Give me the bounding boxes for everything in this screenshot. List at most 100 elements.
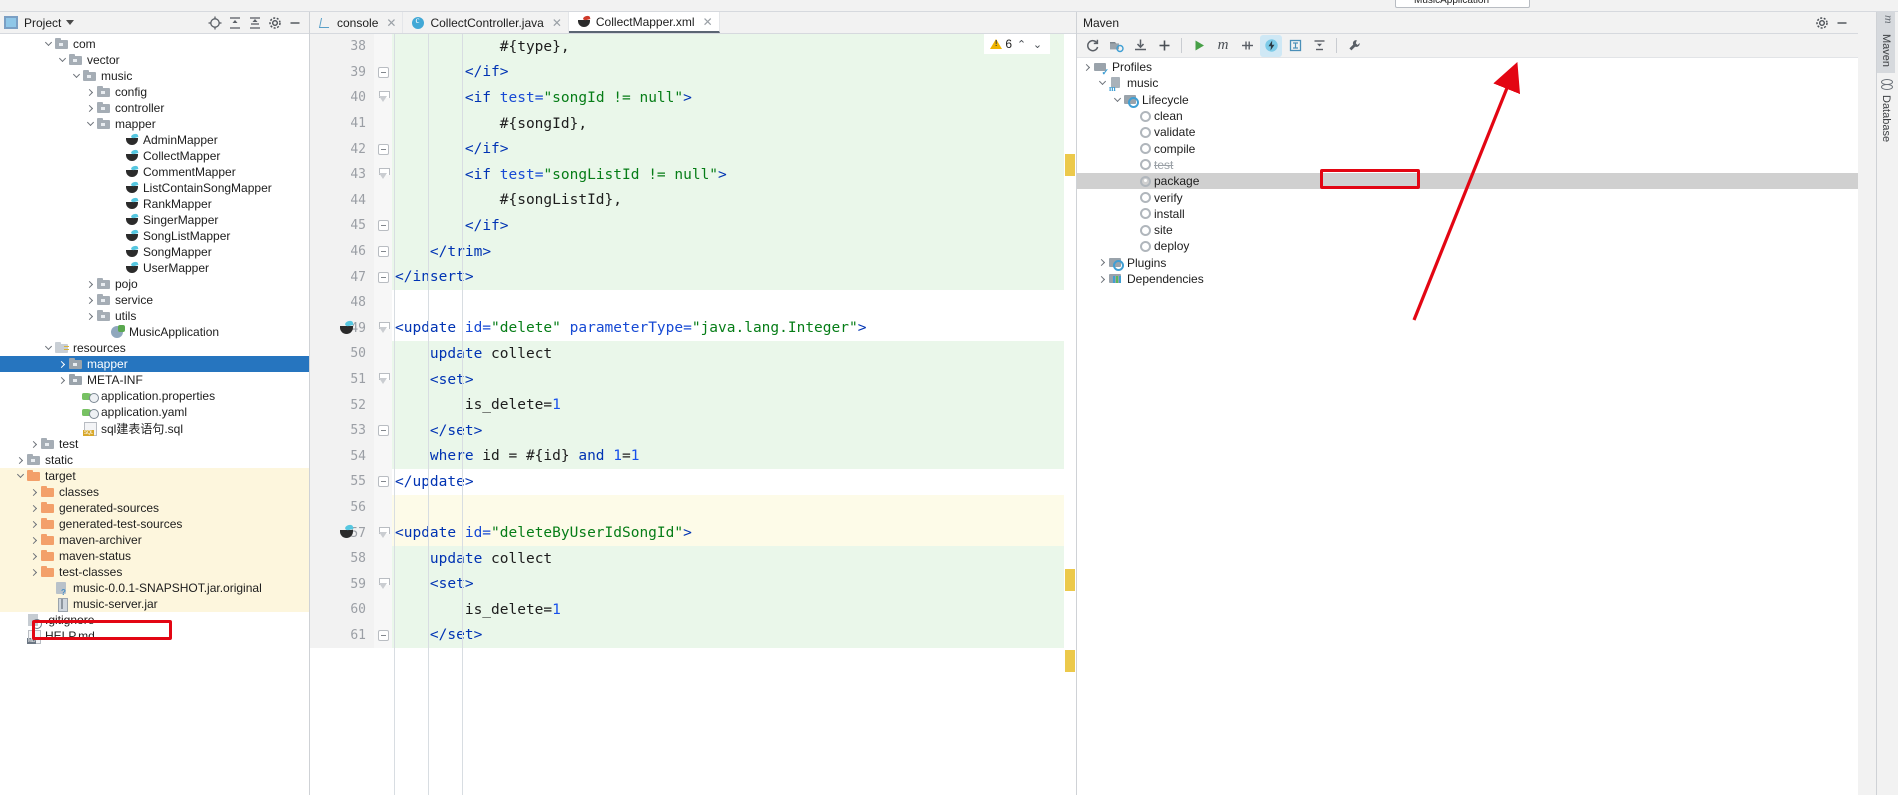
code-folding-gutter[interactable] xyxy=(374,417,392,444)
line-number-gutter[interactable]: 46 xyxy=(310,238,374,265)
fold-region-end-icon[interactable] xyxy=(378,526,390,540)
code-line-text[interactable]: </trim > xyxy=(392,238,1076,265)
code-line-text[interactable]: < update id= "deleteByUserIdSongId" > xyxy=(392,520,1076,546)
code-folding-gutter[interactable] xyxy=(374,494,392,521)
line-number-gutter[interactable]: 55 xyxy=(310,469,374,495)
close-icon[interactable]: ✕ xyxy=(552,16,562,30)
close-icon[interactable]: ✕ xyxy=(386,16,396,30)
chevron-right-icon[interactable] xyxy=(14,452,26,468)
project-tree-item-static[interactable]: static xyxy=(0,452,309,468)
editor-tabs-bar[interactable]: console✕CollectController.java✕CollectMa… xyxy=(310,12,1076,34)
fold-collapse-icon[interactable] xyxy=(377,246,389,258)
project-tree-item-mapper[interactable]: mapper xyxy=(0,116,309,132)
code-line-text[interactable] xyxy=(392,494,1076,521)
code-folding-gutter[interactable] xyxy=(374,469,392,495)
code-line-text[interactable]: #{songId}, xyxy=(392,110,1076,137)
project-tree-item-help-md[interactable]: HELP.md xyxy=(0,628,309,644)
chevron-down-icon[interactable] xyxy=(56,52,68,68)
line-number-gutter[interactable]: 58 xyxy=(310,545,374,572)
project-tree-item-pojo[interactable]: pojo xyxy=(0,276,309,292)
maven-tree-item-test[interactable]: test xyxy=(1077,157,1858,173)
fold-collapse-icon[interactable] xyxy=(377,143,389,155)
code-line-text[interactable]: #{songListId}, xyxy=(392,187,1076,214)
add-icon[interactable] xyxy=(1153,35,1175,57)
maven-tree-item-plugins[interactable]: Plugins xyxy=(1077,255,1858,271)
editor-marker-bar[interactable] xyxy=(1064,34,1076,795)
line-number-gutter[interactable]: 39 xyxy=(310,59,374,86)
line-number-gutter[interactable]: 54 xyxy=(310,443,374,470)
project-tree-item-commentmapper[interactable]: CommentMapper xyxy=(0,164,309,180)
code-line-text[interactable]: < if test= "songListId != null" > xyxy=(392,161,1076,188)
line-number-gutter[interactable]: 50 xyxy=(310,341,374,367)
fold-region-end-icon[interactable] xyxy=(378,577,390,591)
editor-tab-console[interactable]: console ✕ xyxy=(310,12,404,33)
code-folding-gutter[interactable] xyxy=(374,264,392,290)
line-number-gutter[interactable]: 38 xyxy=(310,34,374,60)
chevron-right-icon[interactable] xyxy=(28,532,40,548)
code-folding-gutter[interactable] xyxy=(374,161,392,188)
line-number-gutter[interactable]: 47 xyxy=(310,264,374,290)
maven-tree-item-package[interactable]: package xyxy=(1077,173,1858,190)
chevron-right-icon[interactable] xyxy=(28,436,40,452)
chevron-down-icon[interactable] xyxy=(1111,92,1123,108)
code-folding-gutter[interactable] xyxy=(374,392,392,418)
line-number-gutter[interactable]: 43 xyxy=(310,161,374,188)
code-lines[interactable]: 38 #{type}, 39 </if >40 < if test= "songId !… xyxy=(310,34,1076,795)
collapse-all-icon[interactable] xyxy=(245,13,265,33)
project-tree-item-com[interactable]: com xyxy=(0,36,309,52)
toggle-offline-mode-icon[interactable] xyxy=(1260,34,1282,57)
code-line[interactable]: 58 update collect xyxy=(310,545,1076,572)
code-folding-gutter[interactable] xyxy=(374,366,392,393)
chevron-right-icon[interactable] xyxy=(56,356,68,372)
line-number-gutter[interactable]: 42 xyxy=(310,136,374,162)
code-line[interactable]: 50 update collect xyxy=(310,341,1076,367)
code-line-text[interactable]: </if > xyxy=(392,136,1076,162)
code-line-text[interactable] xyxy=(392,290,1076,316)
toggle-skip-tests-icon[interactable] xyxy=(1236,35,1258,57)
chevron-right-icon[interactable] xyxy=(84,84,96,100)
code-line[interactable]: 42 </if > xyxy=(310,136,1076,162)
code-folding-gutter[interactable] xyxy=(374,213,392,239)
expand-all-icon[interactable] xyxy=(225,13,245,33)
fold-region-end-icon[interactable] xyxy=(378,373,390,386)
settings-wrench-icon[interactable] xyxy=(1343,35,1365,57)
project-tree-item-application-properties[interactable]: application.properties xyxy=(0,388,309,404)
project-tree-item-mapper[interactable]: mapper xyxy=(0,356,309,372)
project-tree-item-sql-sql[interactable]: sql建表语句.sql xyxy=(0,420,309,436)
line-number-gutter[interactable]: 60 xyxy=(310,597,374,623)
project-tree-item-resources[interactable]: resources xyxy=(0,340,309,356)
maven-tree-item-dependencies[interactable]: Dependencies xyxy=(1077,271,1858,287)
chevron-down-icon[interactable] xyxy=(1096,75,1108,91)
code-folding-gutter[interactable] xyxy=(374,315,392,342)
project-tree-item-collectmapper[interactable]: CollectMapper xyxy=(0,148,309,164)
chevron-right-icon[interactable] xyxy=(56,372,68,388)
code-line[interactable]: 47 </insert > xyxy=(310,264,1076,290)
code-line-text[interactable]: </set > xyxy=(392,622,1076,649)
code-line-text[interactable]: </update > xyxy=(392,469,1076,495)
project-tree-item-music-server-jar[interactable]: music-server.jar xyxy=(0,596,309,612)
code-line[interactable]: 55 </update > xyxy=(310,469,1076,495)
mybatis-statement-gutter-icon[interactable] xyxy=(338,524,354,540)
code-line-text[interactable]: where id = #{id} and 1 = 1 xyxy=(392,443,1076,470)
editor-tab-collectcontroller-java[interactable]: CollectController.java ✕ xyxy=(403,12,569,33)
code-line[interactable]: 61 </set > xyxy=(310,622,1076,649)
mybatis-statement-gutter-icon[interactable] xyxy=(338,320,354,336)
maven-tree-item-profiles[interactable]: Profiles xyxy=(1077,59,1858,77)
chevron-right-icon[interactable] xyxy=(28,500,40,516)
line-number-gutter[interactable]: 48 xyxy=(310,289,374,316)
code-line-text[interactable]: is_delete= 1 xyxy=(392,392,1076,418)
hide-panel-icon[interactable] xyxy=(285,13,305,33)
code-line[interactable]: 41 #{songId}, xyxy=(310,110,1076,137)
code-line[interactable]: 51 < set > xyxy=(310,366,1076,393)
code-line[interactable]: 48 xyxy=(310,289,1076,316)
code-line[interactable]: 54 where id = #{id} and 1 = 1 xyxy=(310,443,1076,470)
fold-collapse-icon[interactable] xyxy=(377,425,389,437)
code-line[interactable]: 43 < if test= "songListId != null" > xyxy=(310,161,1076,188)
code-line[interactable]: 52 is_delete= 1 xyxy=(310,392,1076,418)
fold-region-end-icon[interactable] xyxy=(378,91,390,104)
reload-icon[interactable] xyxy=(1081,35,1103,57)
maven-toolbar[interactable]: m xyxy=(1077,34,1858,58)
project-tree-item-usermapper[interactable]: UserMapper xyxy=(0,260,309,276)
project-tree-item-maven-status[interactable]: maven-status xyxy=(0,548,309,564)
code-folding-gutter[interactable] xyxy=(374,520,392,546)
